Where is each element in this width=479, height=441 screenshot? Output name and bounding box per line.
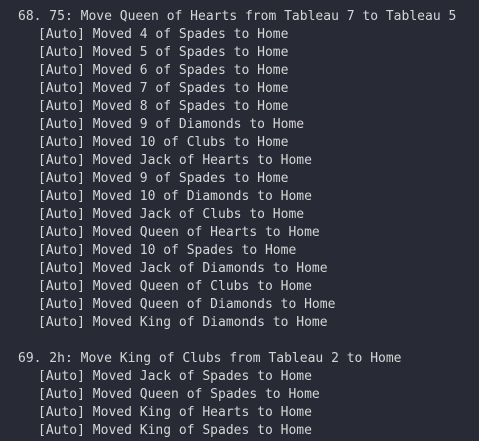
move-header: 68. 75: Move Queen of Hearts from Tablea…: [18, 9, 457, 24]
auto-move-line: [Auto] Moved Jack of Diamonds to Home: [38, 261, 328, 276]
auto-move-line: [Auto] Moved Queen of Spades to Home: [38, 387, 320, 402]
auto-move-line: [Auto] Moved Jack of Clubs to Home: [38, 207, 305, 222]
auto-move-line: [Auto] Moved Queen of Clubs to Home: [38, 279, 312, 294]
auto-move-line: [Auto] Moved 10 of Spades to Home: [38, 243, 297, 258]
auto-move-line: [Auto] Moved King of Diamonds to Home: [38, 315, 328, 330]
auto-move-line: [Auto] Moved 8 of Spades to Home: [38, 99, 289, 114]
auto-move-line: [Auto] Moved Queen of Hearts to Home: [38, 225, 320, 240]
auto-move-line: [Auto] Moved King of Spades to Home: [38, 423, 312, 438]
auto-move-line: [Auto] Moved 10 of Clubs to Home: [38, 135, 289, 150]
auto-move-line: [Auto] Moved 9 of Diamonds to Home: [38, 117, 305, 132]
console-log: 68. 75: Move Queen of Hearts from Tablea…: [0, 0, 479, 441]
auto-move-line: [Auto] Moved Queen of Diamonds to Home: [38, 297, 336, 312]
auto-move-line: [Auto] Moved King of Hearts to Home: [38, 405, 312, 420]
auto-move-line: [Auto] Moved Jack of Hearts to Home: [38, 153, 312, 168]
auto-move-line: [Auto] Moved 4 of Spades to Home: [38, 27, 289, 42]
move-header: 69. 2h: Move King of Clubs from Tableau …: [18, 351, 402, 366]
auto-move-line: [Auto] Moved 7 of Spades to Home: [38, 81, 289, 96]
auto-move-line: [Auto] Moved 6 of Spades to Home: [38, 63, 289, 78]
auto-move-line: [Auto] Moved 5 of Spades to Home: [38, 45, 289, 60]
auto-move-line: [Auto] Moved 10 of Diamonds to Home: [38, 189, 312, 204]
auto-move-line: [Auto] Moved 9 of Spades to Home: [38, 171, 289, 186]
auto-move-line: [Auto] Moved Jack of Spades to Home: [38, 369, 312, 384]
